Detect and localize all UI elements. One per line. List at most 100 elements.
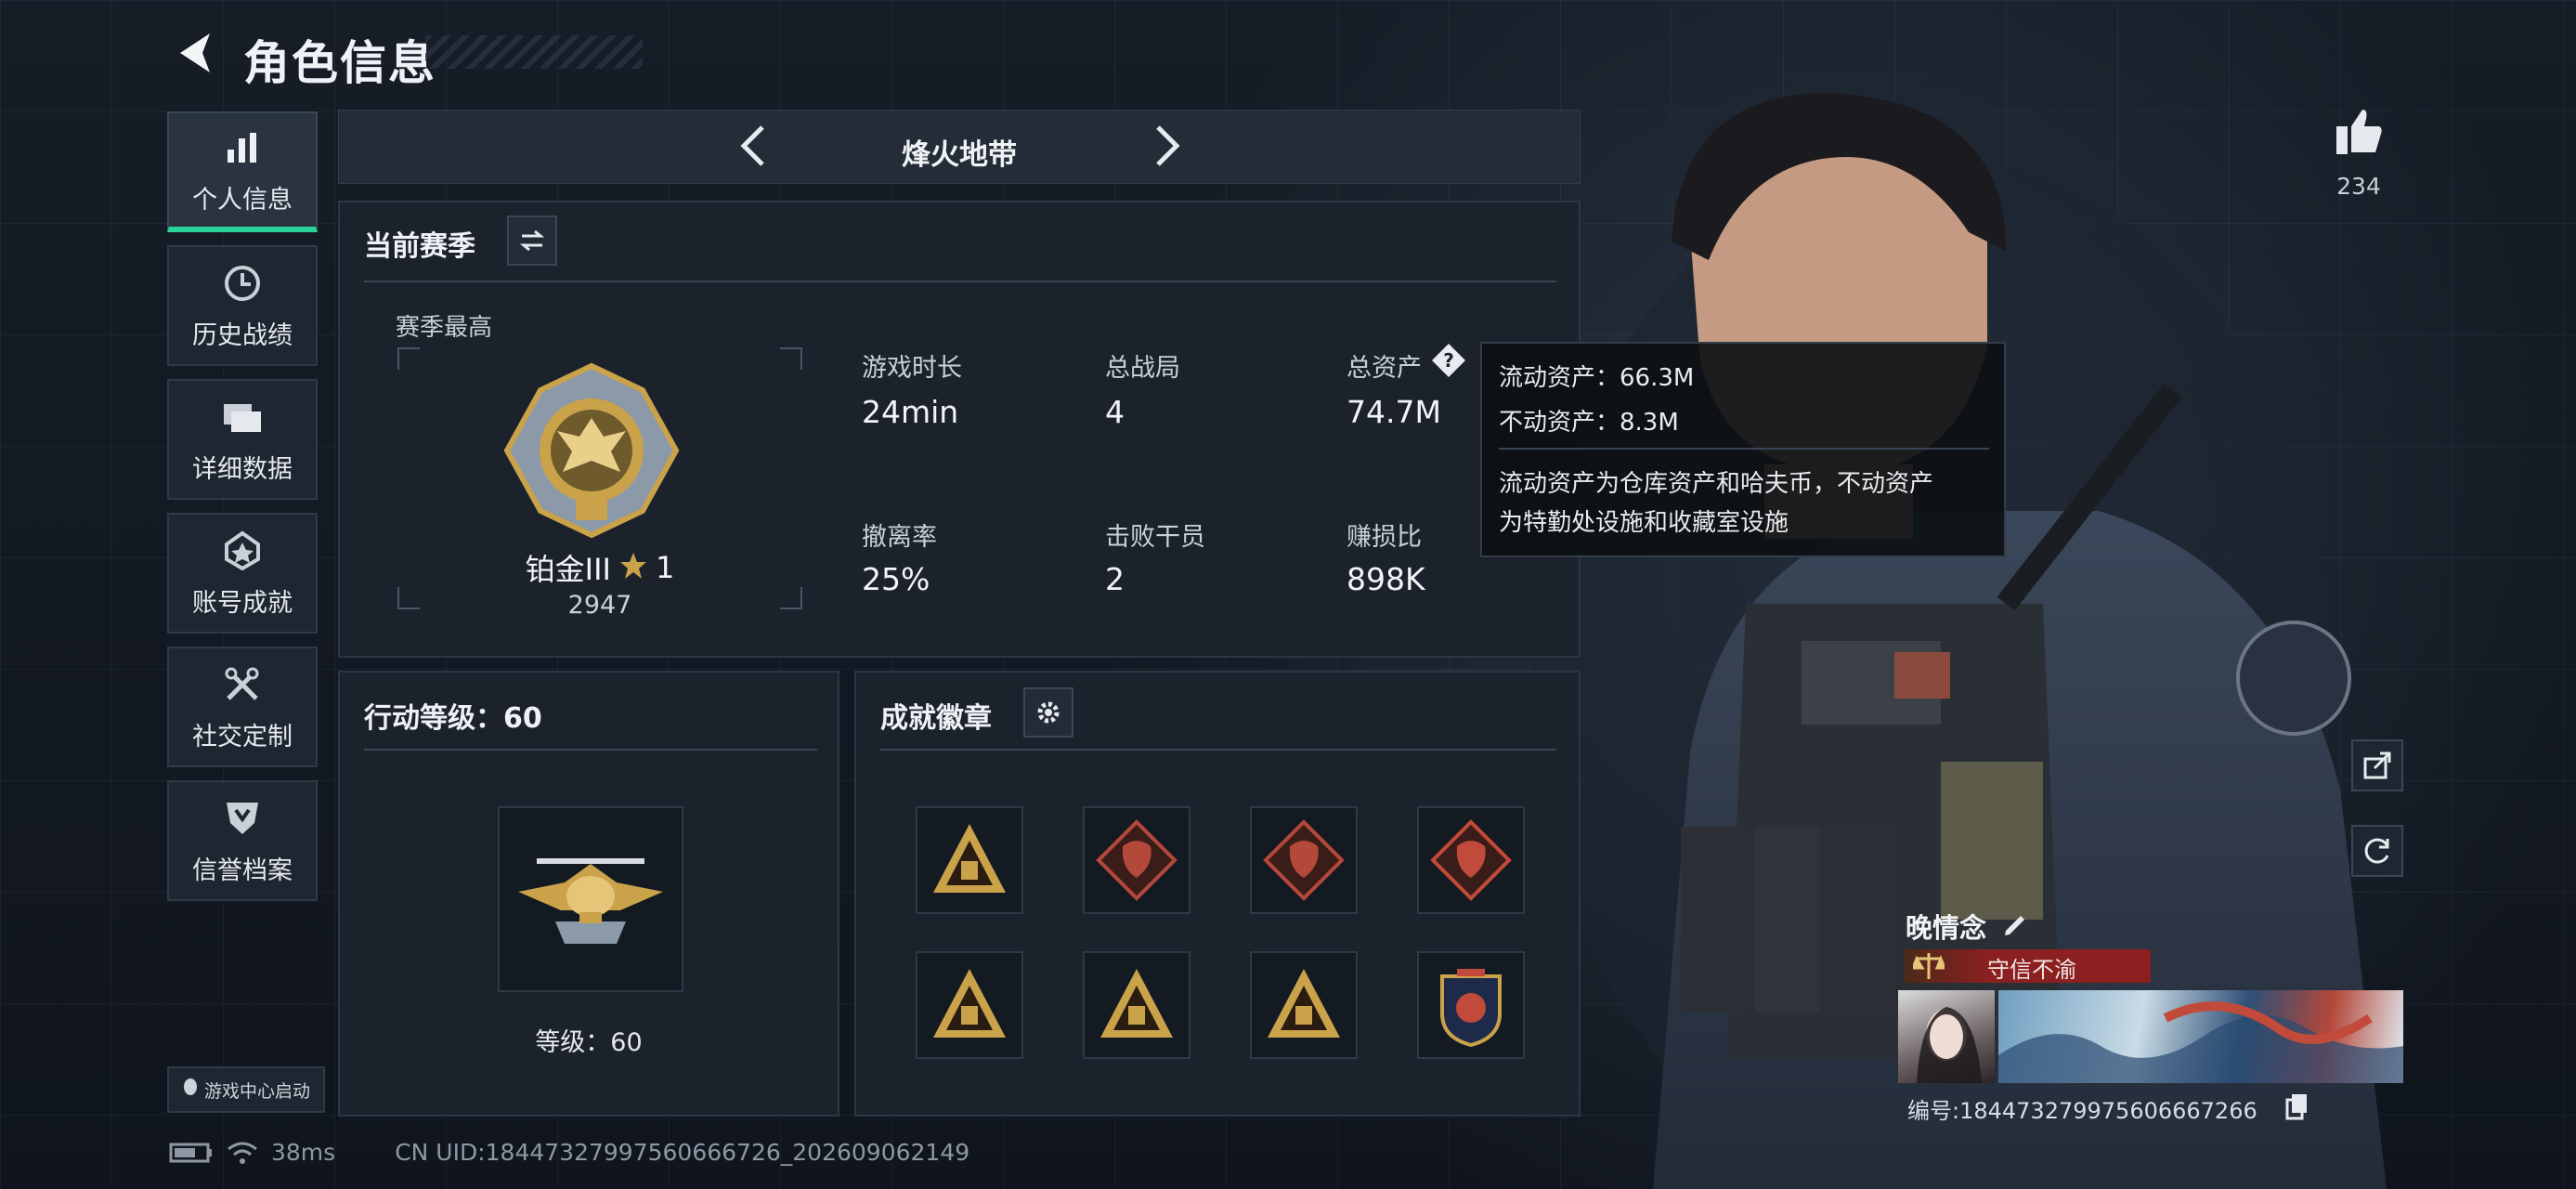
nav-label: 个人信息	[192, 185, 293, 215]
nav-label: 社交定制	[192, 722, 293, 751]
share-icon	[2363, 751, 2391, 779]
tools-icon	[220, 662, 265, 707]
rank-line: 铂金III 1	[507, 546, 693, 589]
badge-icon	[1263, 819, 1345, 901]
stat-value: 74.7M	[1347, 394, 1441, 430]
season-best-label: 赛季最高	[396, 314, 493, 342]
frame-corner	[397, 587, 420, 609]
stat-label: 赚损比	[1347, 523, 1422, 552]
level-panel: 行动等级：60 等级：60	[338, 671, 839, 1117]
nav-item-achievements[interactable]: 账号成就	[167, 513, 318, 634]
dragon-wave-art	[1998, 1001, 2403, 1083]
level-title: 行动等级：60	[364, 702, 542, 735]
stat-label: 总资产	[1347, 354, 1422, 383]
stat-value: 25%	[862, 561, 930, 597]
nav-label: 账号成就	[192, 588, 293, 618]
achievement-badge[interactable]	[1083, 806, 1190, 914]
platinum-rank-emblem	[503, 362, 680, 539]
stat-label: 击败干员	[1105, 523, 1205, 552]
badge-icon	[933, 969, 1006, 1038]
refresh-button[interactable]	[2351, 825, 2403, 877]
player-id: 编号:1844732799756066672​66	[1907, 1098, 2257, 1124]
copy-icon[interactable]	[2284, 1092, 2310, 1120]
nav-item-history[interactable]: 历史战绩	[167, 245, 318, 366]
profile-banner[interactable]	[1998, 990, 2403, 1083]
rank-stars: 1	[655, 550, 675, 585]
shield-icon	[220, 796, 265, 841]
season-title: 当前赛季	[364, 230, 475, 263]
chevron-right-icon[interactable]	[1139, 120, 1191, 172]
edit-icon[interactable]	[2000, 908, 2030, 938]
mode-selector: 烽火地带	[338, 110, 1581, 184]
refresh-icon	[2364, 838, 2389, 864]
frame-corner	[397, 347, 420, 370]
achievement-badge[interactable]	[1250, 951, 1358, 1059]
svg-text:?: ?	[1443, 349, 1454, 372]
achievement-badge[interactable]	[1417, 951, 1525, 1059]
wifi-icon	[228, 1142, 257, 1164]
scale-icon	[1913, 953, 1945, 979]
like-count: 234	[2336, 173, 2381, 200]
uid-text: CN UID:18447327997560666726_202609062149	[395, 1139, 970, 1166]
divider	[880, 749, 1556, 751]
achievement-icon	[220, 529, 265, 573]
stat-value: 2	[1105, 561, 1125, 597]
achievement-badge[interactable]	[916, 806, 1023, 914]
title-tag-label: 守信不渝	[1987, 957, 2076, 983]
divider	[364, 749, 817, 751]
status-bar: 38ms CN UID:18447327997560666726_2026090…	[169, 1139, 969, 1166]
badge-icon	[1430, 819, 1512, 901]
back-arrow-icon[interactable]	[169, 28, 219, 78]
nav-item-details[interactable]: 详细数据	[167, 379, 318, 500]
share-button[interactable]	[2351, 739, 2403, 791]
help-icon[interactable]: ?	[1430, 342, 1467, 379]
badge-icon	[1268, 969, 1340, 1038]
level-label: 等级：60	[535, 1028, 643, 1057]
assets-tooltip: 流动资产：66.3M 不动资产：8.3M 流动资产为仓库资产和哈夫币，不动资产 …	[1480, 342, 2006, 557]
badge-settings-button[interactable]	[1023, 687, 1073, 738]
tooltip-divider	[1499, 448, 1989, 450]
stat-value: 24min	[862, 394, 959, 430]
tooltip-description-2: 为特勤处设施和收藏室设施	[1499, 509, 1789, 537]
thumbs-up-icon[interactable]	[2333, 106, 2385, 162]
folder-icon	[220, 395, 265, 439]
nav-item-reputation[interactable]: 信誉档案	[167, 780, 318, 901]
gear-icon	[1037, 701, 1060, 724]
launch-label: 游戏中心启动	[203, 1080, 310, 1102]
rank-name: 铂金III	[525, 552, 611, 587]
stat-value: 898K	[1347, 561, 1425, 597]
achievement-badge[interactable]	[916, 951, 1023, 1059]
tooltip-description-1: 流动资产为仓库资产和哈夫币，不动资产	[1499, 470, 1934, 498]
page-title: 角色信息	[243, 36, 436, 90]
achievement-badge[interactable]	[1250, 806, 1358, 914]
badge-icon	[1100, 969, 1173, 1038]
nav-item-social[interactable]: 社交定制	[167, 647, 318, 767]
achievement-badge[interactable]	[1083, 951, 1190, 1059]
season-switch-button[interactable]	[507, 216, 557, 266]
badges-panel: 成就徽章	[854, 671, 1581, 1117]
bar-chart-icon	[220, 125, 265, 170]
battery-icon	[169, 1143, 212, 1162]
star-icon	[618, 551, 648, 584]
stat-label: 游戏时长	[862, 354, 962, 383]
qq-icon	[182, 1078, 199, 1103]
tooltip-fixed-assets: 不动资产：8.3M	[1499, 409, 1679, 437]
badges-title: 成就徽章	[880, 702, 992, 735]
nav-item-profile[interactable]: 个人信息	[167, 111, 318, 232]
divider	[364, 281, 1556, 282]
achievement-badge[interactable]	[1417, 806, 1525, 914]
player-name: 晚情念	[1906, 912, 1987, 944]
badge-icon	[1440, 969, 1502, 1047]
ping-value: 38ms	[271, 1139, 336, 1166]
nav-label: 详细数据	[192, 454, 293, 484]
badge-icon	[933, 824, 1006, 893]
game-center-launch-button[interactable]: 游戏中心启动	[167, 1066, 325, 1113]
nav-label: 历史战绩	[192, 320, 293, 350]
helicopter-level-emblem	[518, 858, 663, 944]
season-panel: 当前赛季 赛季最高 铂金III 1 2947 游戏时长 24min 总战局 4 …	[338, 201, 1581, 658]
avatar[interactable]	[1898, 990, 1995, 1083]
frame-corner	[780, 587, 802, 609]
swap-icon	[519, 229, 545, 252]
badge-icon	[1096, 819, 1177, 901]
rank-score: 2947	[567, 591, 632, 620]
